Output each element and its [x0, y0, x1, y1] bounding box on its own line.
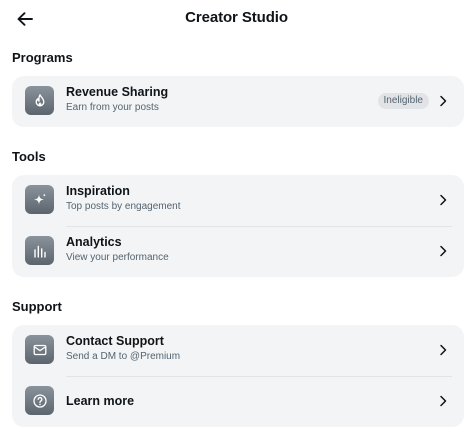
- revenue-sharing-subtitle: Earn from your posts: [66, 102, 159, 113]
- inspiration-title: Inspiration: [66, 184, 130, 198]
- chevron-right-icon: [440, 344, 447, 356]
- contact-support-title: Contact Support: [66, 334, 164, 348]
- contact-support-row[interactable]: Contact Support Send a DM to @Premium: [12, 325, 464, 376]
- help-circle-icon: [25, 386, 54, 415]
- sparkle-icon: [25, 185, 54, 214]
- tools-card: Inspiration Top posts by engagement Anal…: [12, 175, 464, 277]
- mail-icon: [25, 335, 54, 364]
- flame-icon: [25, 86, 54, 115]
- eligibility-badge: Ineligible: [377, 93, 429, 109]
- page-title: Creator Studio: [185, 9, 288, 26]
- inspiration-subtitle: Top posts by engagement: [66, 201, 181, 212]
- revenue-sharing-title: Revenue Sharing: [66, 85, 169, 99]
- chevron-right-icon: [440, 395, 447, 407]
- analytics-title: Analytics: [66, 235, 122, 249]
- learn-more-row[interactable]: Learn more: [12, 376, 464, 427]
- section-title-support: Support: [12, 299, 62, 314]
- chevron-right-icon: [440, 245, 447, 257]
- chevron-right-icon: [440, 194, 447, 206]
- learn-more-title: Learn more: [66, 394, 135, 408]
- revenue-sharing-row[interactable]: Revenue Sharing Earn from your posts Ine…: [12, 76, 464, 127]
- analytics-subtitle: View your performance: [66, 252, 169, 263]
- page-header: Creator Studio: [0, 0, 473, 38]
- inspiration-row[interactable]: Inspiration Top posts by engagement: [12, 175, 464, 226]
- bar-chart-icon: [25, 236, 54, 265]
- section-title-programs: Programs: [12, 50, 73, 65]
- contact-support-subtitle: Send a DM to @Premium: [66, 351, 181, 362]
- programs-card: Revenue Sharing Earn from your posts Ine…: [12, 76, 464, 127]
- section-title-tools: Tools: [12, 149, 46, 164]
- chevron-right-icon: [440, 95, 447, 107]
- support-card: Contact Support Send a DM to @Premium Le…: [12, 325, 464, 427]
- analytics-row[interactable]: Analytics View your performance: [12, 226, 464, 277]
